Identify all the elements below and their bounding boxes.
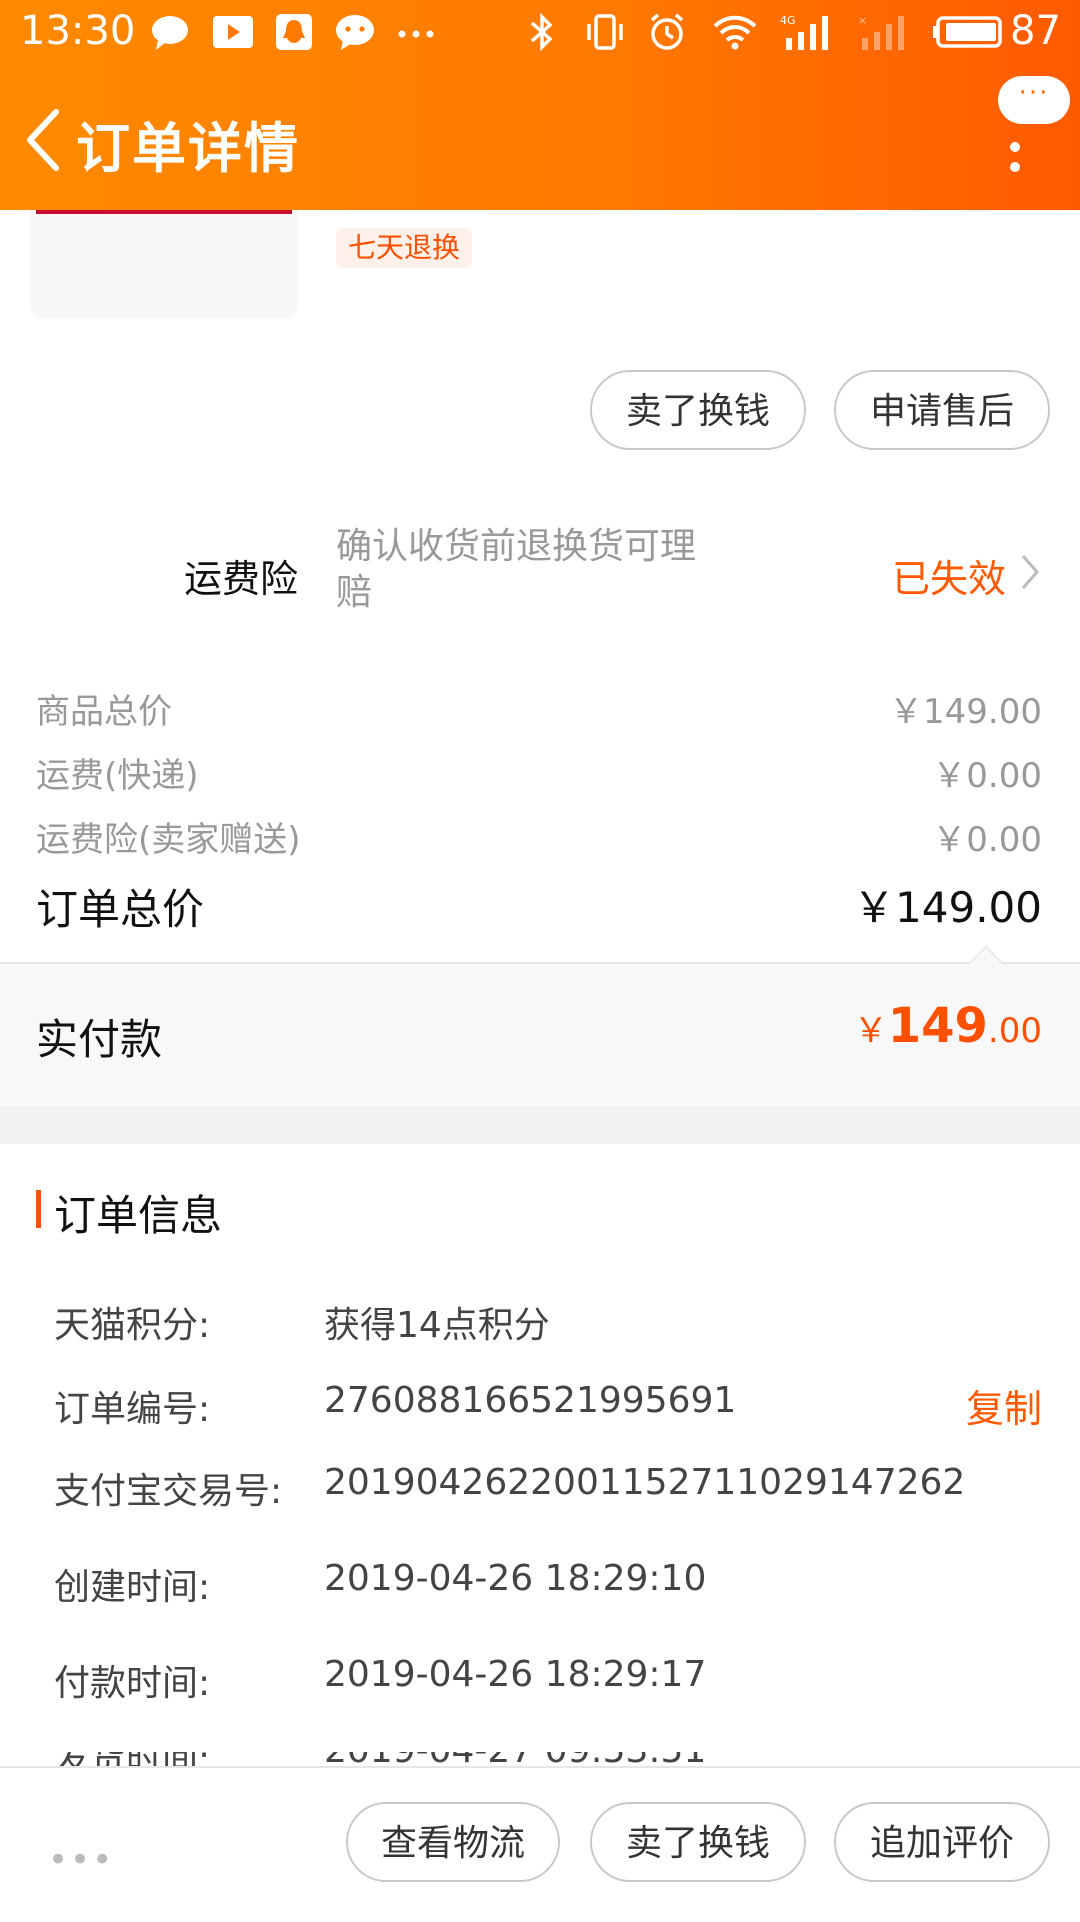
status-bar: 13:30 4G × 87 [0, 0, 1080, 66]
payment-time-value: 2019-04-26 18:29:17 [324, 1654, 707, 1695]
amount-decimal: .00 [987, 1011, 1042, 1051]
alipay-trade-value: 2019042622001152711029147262 [324, 1462, 966, 1503]
created-time-label: 创建时间: [54, 1567, 211, 1608]
signal-4g-icon: 4G [780, 14, 828, 50]
insurance-description: 确认收货前退换货可理赔 [336, 526, 697, 613]
battery-level: 87 [1010, 8, 1061, 54]
more-menu-button[interactable]: ··· [990, 76, 1070, 186]
product-image[interactable] [30, 210, 298, 318]
view-logistics-button[interactable]: 查看物流 [346, 1802, 560, 1882]
insurance-fee-label: 运费险(卖家赠送) [36, 820, 301, 860]
pointer-arrow [968, 946, 1004, 964]
sell-for-cash-button[interactable]: 卖了换钱 [590, 370, 806, 450]
section-divider [0, 1106, 1080, 1144]
shipped-time-label: 发货时间: [54, 1752, 210, 1766]
insurance-fee-value: ￥0.00 [932, 820, 1042, 860]
vibrate-icon [587, 14, 623, 50]
amount-integer: 149 [887, 998, 988, 1054]
menu-dot-icon [1010, 142, 1020, 152]
more-actions-button[interactable]: ••• [48, 1840, 114, 1880]
goods-total-label: 商品总价 [36, 692, 172, 732]
points-label: 天猫积分: [54, 1305, 211, 1346]
header: 13:30 4G × 87 订单详情 ··· [0, 0, 1080, 210]
wifi-icon [713, 15, 757, 50]
goods-total-value: ￥149.00 [889, 692, 1042, 732]
points-value: 获得14点积分 [324, 1305, 550, 1346]
insurance-status: 已失效 [892, 557, 1007, 601]
order-info-title: 订单信息 [54, 1191, 223, 1240]
shipped-time-value: 2019-04-27 09:53:51 [324, 1752, 706, 1766]
shipping-value: ￥0.00 [932, 756, 1042, 796]
youtube-icon [213, 16, 253, 48]
menu-dot-icon [1010, 162, 1020, 172]
bottom-action-bar: ••• 查看物流 卖了换钱 追加评价 [0, 1766, 1080, 1922]
sell-for-cash-bottom-button[interactable]: 卖了换钱 [590, 1802, 806, 1882]
created-time-value: 2019-04-26 18:29:10 [324, 1558, 707, 1599]
page-title: 订单详情 [76, 117, 300, 180]
alarm-icon [650, 13, 684, 50]
nav-bar: 订单详情 ··· [0, 66, 1080, 210]
wechat-icon [336, 15, 374, 50]
svg-text:4G: 4G [780, 14, 796, 27]
bluetooth-icon [530, 12, 553, 52]
svg-text:×: × [858, 14, 867, 27]
signal-empty-icon: × [858, 14, 904, 50]
actual-payment-label: 实付款 [36, 1015, 163, 1064]
order-total-label: 订单总价 [36, 885, 205, 934]
battery-icon [933, 16, 1002, 48]
order-number-label: 订单编号: [54, 1389, 211, 1430]
back-icon[interactable] [16, 100, 76, 180]
currency-symbol: ￥ [853, 1011, 888, 1051]
copy-order-number-button[interactable]: 复制 [966, 1378, 1042, 1433]
message-bubble-icon: ··· [998, 76, 1070, 124]
insurance-label: 运费险 [184, 557, 299, 601]
shipping-label: 运费(快递) [36, 756, 199, 796]
seven-day-return-tag: 七天退换 [336, 228, 473, 268]
shipped-time-row: 发货时间: 2019-04-27 09:53:51 [0, 1752, 1080, 1766]
qq-icon [276, 14, 312, 50]
section-accent-bar [36, 1190, 41, 1228]
chat-icon [152, 16, 188, 50]
chevron-right-icon [1021, 555, 1039, 589]
actual-payment-box: 实付款 ￥149.00 [0, 946, 1080, 1108]
actual-payment-value: ￥149.00 [854, 998, 1042, 1054]
alipay-trade-label: 支付宝交易号: [54, 1471, 283, 1512]
order-number-value: 276088166521995691 [324, 1380, 737, 1421]
after-sale-button[interactable]: 申请售后 [834, 370, 1050, 450]
status-time: 13:30 [20, 8, 136, 54]
payment-time-label: 付款时间: [54, 1663, 211, 1704]
add-review-button[interactable]: 追加评价 [834, 1802, 1050, 1882]
more-icon [398, 30, 434, 38]
order-total-value: ￥149.00 [853, 883, 1042, 932]
